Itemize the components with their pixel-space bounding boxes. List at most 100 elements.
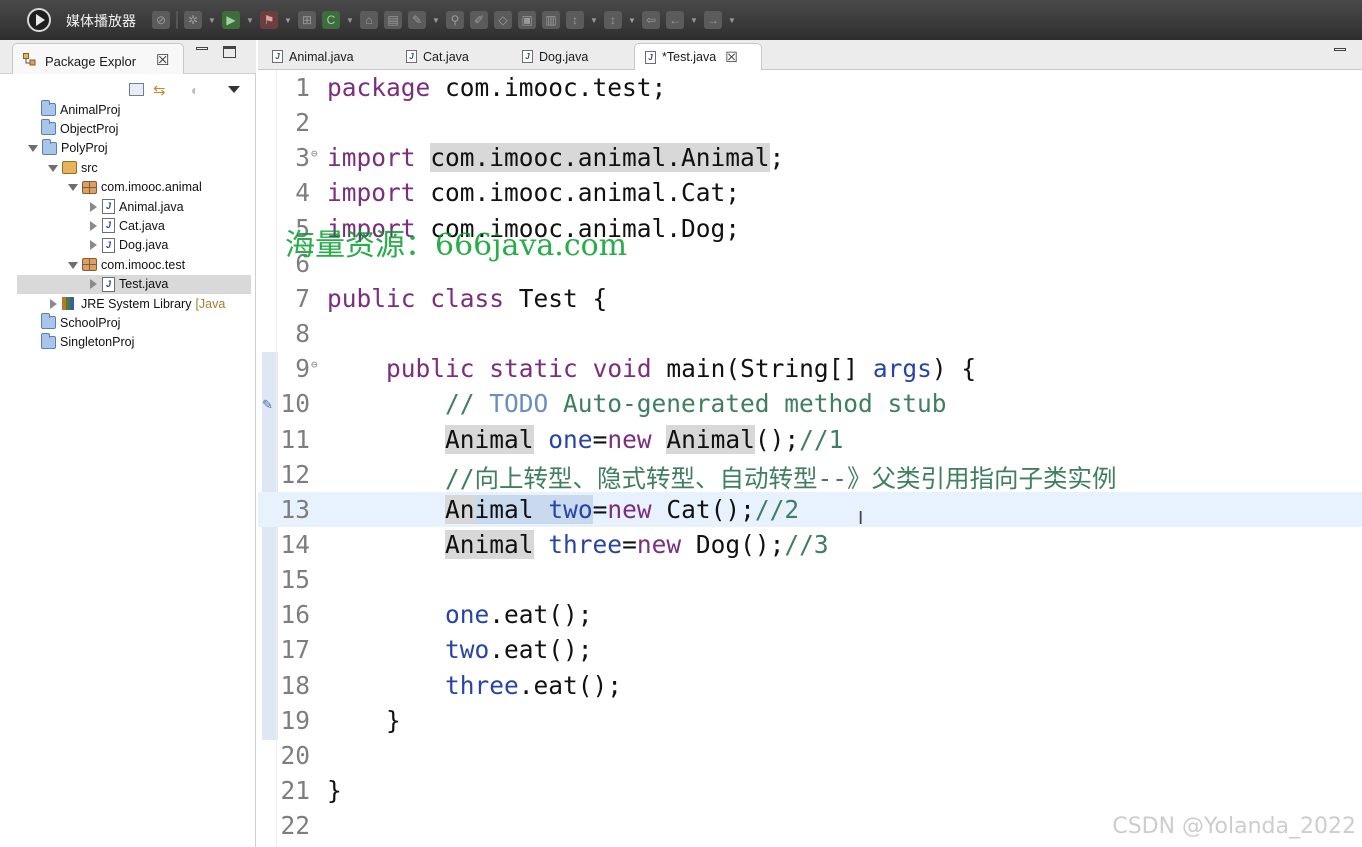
code-line[interactable]: 10 // TODO Auto-generated method stub [258, 386, 1362, 421]
tree-item[interactable]: com.imooc.animal [17, 178, 251, 197]
next-annotation-icon[interactable]: ↕ [566, 11, 584, 29]
code-line[interactable]: 8 [258, 316, 1362, 351]
code-area[interactable]: 1 package com.imooc.test; 2 3 ⊖ import com.im… [258, 70, 1362, 847]
tree-item[interactable]: J Test.java [17, 274, 251, 294]
back-icon[interactable]: ⇦ [642, 11, 660, 29]
collapse-all-icon[interactable] [129, 83, 144, 96]
tab-package-explorer[interactable]: Package Explor ☒ [12, 43, 184, 74]
chevron-down-icon[interactable] [47, 162, 59, 174]
link-with-editor-icon[interactable]: ⇆ [153, 81, 166, 99]
view-menu-icon[interactable] [228, 86, 240, 93]
skip-breakpoints-icon[interactable]: ⊘ [152, 11, 170, 29]
outline-icon[interactable]: ▥ [542, 11, 560, 29]
tree-item[interactable]: JRE System Library [Java [17, 294, 251, 313]
tree-item[interactable]: J Animal.java [17, 197, 251, 216]
code-line[interactable]: 3 ⊖ import com.imooc.animal.Animal; [258, 140, 1362, 175]
chevron-right-icon[interactable] [87, 239, 99, 251]
java-file-icon: J [102, 237, 115, 253]
chevron-down-icon[interactable]: ▼ [432, 11, 440, 29]
chevron-down-icon[interactable]: ▼ [346, 11, 354, 29]
code-line[interactable]: 9 ⊖ public static void main(String[] args… [258, 351, 1362, 386]
code-line[interactable]: 19 } [258, 703, 1362, 738]
code-text: import com.imooc.animal.Animal; [327, 143, 784, 173]
chevron-right-icon[interactable] [47, 298, 59, 310]
new-class-icon[interactable]: C [322, 11, 340, 29]
annotation-icon[interactable]: ▣ [518, 11, 536, 29]
tree-item[interactable]: J Cat.java [17, 216, 251, 235]
editor-tab[interactable]: J Animal.java [262, 43, 380, 70]
chevron-down-icon[interactable]: ▼ [728, 11, 736, 29]
previous-annotation-icon[interactable]: ↕ [604, 11, 622, 29]
tree-item[interactable]: ObjectProj [17, 119, 251, 138]
editor-tab[interactable]: J *Test.java ☒ [634, 43, 762, 70]
tree-item[interactable]: J Dog.java [17, 236, 251, 255]
settings-icon[interactable]: ✲ [184, 11, 202, 29]
code-line[interactable]: 18 three.eat(); [258, 668, 1362, 703]
chevron-right-icon[interactable] [87, 220, 99, 232]
tree-item[interactable]: SchoolProj [17, 313, 251, 332]
search-icon[interactable]: ✎ [408, 11, 426, 29]
chevron-down-icon[interactable]: ▼ [590, 11, 598, 29]
code-line[interactable]: 13 Animal two=new Cat();//2 [258, 491, 1362, 527]
code-token: Cat(); [651, 494, 755, 524]
chevron-down-icon[interactable] [67, 259, 79, 271]
code-line[interactable]: 4 import com.imooc.animal.Cat; [258, 175, 1362, 210]
editor-tab-label: *Test.java [662, 50, 717, 64]
toggle-icon[interactable]: ◇ [494, 11, 512, 29]
edit-icon[interactable]: ✐ [470, 11, 488, 29]
tree-item[interactable]: AnimalProj [17, 100, 251, 119]
code-line[interactable]: 12 //向上转型、隐式转型、自动转型--》父类引用指向子类实例 [258, 457, 1362, 493]
editor-tab[interactable]: J Dog.java [512, 43, 622, 70]
maximize-icon[interactable] [223, 46, 236, 58]
tree-item[interactable]: com.imooc.test [17, 255, 251, 274]
code-line[interactable]: 20 [258, 738, 1362, 773]
chevron-right-icon[interactable] [87, 278, 99, 290]
fold-toggle-icon[interactable]: ⊖ [311, 358, 318, 371]
code-line[interactable]: 11 Animal one=new Animal();//1 [258, 422, 1362, 457]
chevron-down-icon[interactable]: ▼ [628, 11, 636, 29]
code-line[interactable]: 21} [258, 773, 1362, 808]
chevron-down-icon[interactable]: ▼ [246, 11, 254, 29]
code-line[interactable]: 14 Animal three=new Dog();//3 [258, 527, 1362, 562]
focus-icon[interactable]: ◐ [191, 82, 199, 98]
code-token: ) { [931, 354, 977, 384]
chevron-down-icon[interactable]: ▼ [690, 11, 698, 29]
code-line[interactable]: 1 package com.imooc.test; [258, 70, 1362, 105]
line-number: 1 [295, 73, 310, 102]
minimize-icon[interactable] [1334, 48, 1346, 51]
pin-icon[interactable]: ⚲ [446, 11, 464, 29]
editor-tab[interactable]: J Cat.java [396, 43, 496, 70]
back-arrow-icon[interactable]: ← [666, 11, 684, 29]
open-folder-icon[interactable]: ▤ [384, 11, 402, 29]
tree-item[interactable]: src [17, 158, 251, 177]
code-text: two.eat(); [327, 635, 593, 664]
chevron-right-icon[interactable] [87, 201, 99, 213]
code-line[interactable]: 17 two.eat(); [258, 632, 1362, 667]
close-icon[interactable]: ☒ [725, 49, 738, 66]
tree-item[interactable]: PolyProj [17, 138, 251, 158]
line-number: 12 [280, 459, 310, 489]
media-player-icon[interactable] [27, 8, 51, 32]
chevron-down-icon[interactable]: ▼ [208, 11, 216, 29]
code-line[interactable]: 2 [258, 105, 1362, 140]
project-folder-icon [42, 138, 57, 155]
open-type-icon[interactable]: ⌂ [360, 11, 378, 29]
code-line[interactable]: 16 one.eat(); [258, 597, 1362, 632]
code-line[interactable]: 15 [258, 562, 1362, 597]
chevron-down-icon[interactable] [67, 181, 79, 193]
new-package-icon[interactable]: ⊞ [298, 11, 316, 29]
minimize-icon[interactable] [196, 47, 208, 50]
code-text: import com.imooc.animal.Cat; [327, 178, 740, 207]
code-line[interactable]: 7 public class Test { [258, 281, 1362, 316]
chevron-down-icon[interactable] [27, 142, 39, 154]
tree-item-label: JRE System Library [81, 296, 192, 311]
forward-arrow-icon[interactable]: → [704, 11, 722, 29]
run-icon[interactable]: ▶ [222, 11, 240, 29]
debug-icon[interactable]: ⚑ [260, 11, 278, 29]
fold-toggle-icon[interactable]: ⊖ [311, 147, 318, 160]
chevron-down-icon[interactable]: ▼ [284, 11, 292, 29]
code-token: public [386, 354, 475, 384]
tree-item[interactable]: SingletonProj [17, 332, 251, 352]
tree-item-label: SchoolProj [60, 315, 121, 330]
close-icon[interactable]: ☒ [156, 51, 169, 69]
